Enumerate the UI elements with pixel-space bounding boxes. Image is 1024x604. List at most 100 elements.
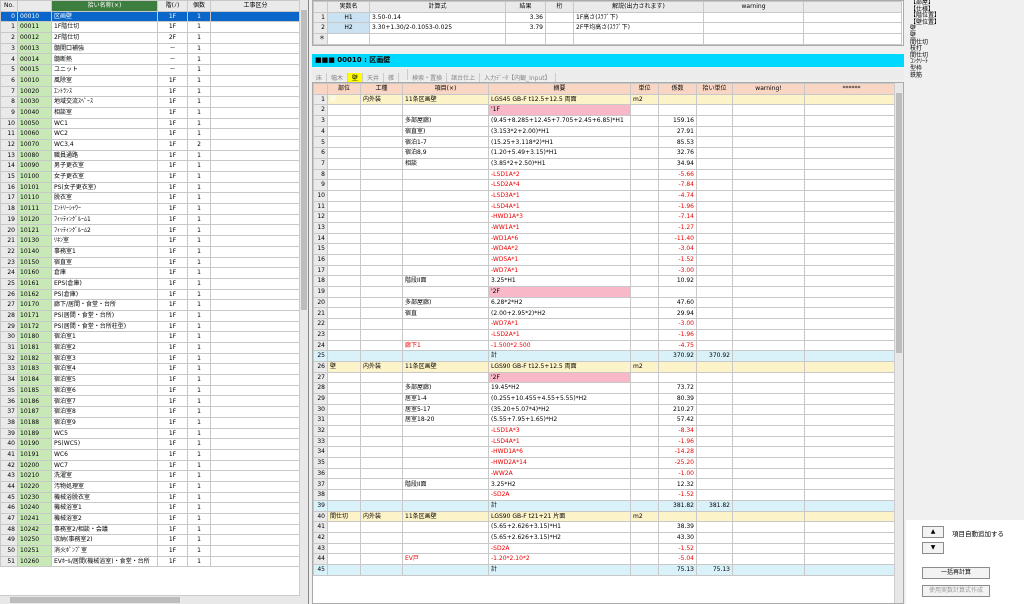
row-number[interactable]: 38 — [313, 489, 328, 501]
room-row[interactable]: 26 10162 PS(倉庫) 1F 1 — [0, 288, 301, 301]
unit[interactable] — [630, 339, 659, 352]
part[interactable] — [327, 435, 361, 448]
note[interactable] — [573, 33, 704, 45]
room-count[interactable]: 1 — [187, 448, 211, 461]
extra[interactable] — [804, 275, 899, 288]
room-name[interactable]: 髄開口補強 — [51, 42, 158, 55]
coefficient[interactable]: -3.04 — [658, 243, 697, 255]
work-category[interactable] — [210, 192, 301, 205]
col-warning[interactable]: warning — [703, 1, 804, 13]
extra[interactable] — [804, 414, 899, 426]
room-count[interactable]: 1 — [187, 85, 211, 98]
row-number[interactable]: 2 — [313, 22, 328, 35]
room-code[interactable]: 10150 — [17, 256, 52, 269]
trade[interactable] — [360, 478, 403, 491]
item[interactable] — [402, 425, 489, 437]
room-row[interactable]: 0 00010 区画壁 1F 1 — [0, 10, 301, 23]
row-number[interactable]: 8 — [0, 96, 18, 108]
room-code[interactable]: 10230 — [17, 491, 52, 504]
part[interactable] — [327, 499, 361, 512]
room-floor[interactable]: 1F — [157, 555, 188, 568]
row-number[interactable]: 27 — [0, 299, 18, 311]
extra[interactable] — [804, 489, 899, 501]
trade[interactable] — [360, 446, 403, 459]
coefficient[interactable]: 75.13 — [658, 563, 697, 576]
trade[interactable] — [360, 189, 403, 202]
quantity-row[interactable]: 27 '2F — [313, 371, 899, 384]
item[interactable] — [402, 531, 489, 544]
item[interactable]: 居室18-20 — [402, 414, 489, 426]
description[interactable]: -LSD4A*1 — [488, 200, 631, 213]
coefficient[interactable]: 159.16 — [658, 115, 697, 127]
room-floor[interactable]: 1F — [157, 331, 188, 343]
row-number[interactable]: 37 — [0, 406, 18, 418]
part[interactable] — [327, 168, 361, 181]
room-code[interactable]: 10100 — [17, 171, 52, 183]
unit[interactable] — [630, 403, 659, 416]
room-row[interactable]: 34 10184 宿泊室5 1F 1 — [0, 374, 301, 386]
row-number[interactable]: 9 — [313, 179, 328, 191]
part[interactable] — [327, 232, 361, 245]
row-number[interactable]: 48 — [0, 523, 18, 536]
extra[interactable] — [804, 200, 899, 213]
trade[interactable] — [360, 157, 403, 170]
warning[interactable] — [732, 499, 805, 512]
variable-row[interactable]: 2 H2 3.30+1.30/2-0.1053-0.025 3.79 2F平均高さ(ｽﾗ… — [313, 22, 902, 35]
description[interactable]: (5.65+2.626+3.15)*H2 — [488, 531, 631, 544]
row-number[interactable]: 4 — [0, 53, 18, 66]
unit[interactable] — [630, 467, 659, 480]
row-number[interactable]: 11 — [313, 200, 328, 213]
pickup-value[interactable] — [696, 425, 733, 437]
warning[interactable] — [732, 168, 805, 181]
quantity-row[interactable]: 1 壁内外装 11条区画壁 LGS45 GB-F t12.5+12.5 両面 m2 — [313, 93, 899, 106]
col-extra[interactable]: ****** — [804, 83, 899, 95]
room-name[interactable]: 宿泊室3 — [51, 352, 158, 365]
unit[interactable] — [630, 392, 659, 405]
work-category[interactable] — [210, 138, 301, 151]
room-row[interactable]: 10 10050 WC1 1F 1 — [0, 117, 301, 130]
work-category[interactable] — [210, 171, 301, 183]
room-code[interactable]: 10191 — [17, 448, 52, 461]
move-up-button[interactable]: ▲ — [922, 526, 944, 538]
quantity-row[interactable]: 19 '2F — [313, 286, 899, 298]
description[interactable]: 6.28*2*H2 — [488, 296, 631, 309]
coefficient[interactable] — [658, 510, 697, 523]
trade[interactable] — [360, 414, 403, 426]
room-name[interactable]: 脱衣室 — [51, 192, 158, 205]
room-row[interactable]: 7 10020 ｴﾝﾄﾗﾝｽ 1F 1 — [0, 85, 301, 98]
coefficient[interactable]: -25.20 — [658, 457, 697, 469]
coefficient[interactable]: 29.94 — [658, 307, 697, 320]
room-floor[interactable]: 1F — [157, 427, 188, 440]
warning[interactable] — [703, 33, 804, 45]
extra[interactable] — [804, 339, 899, 352]
coefficient[interactable]: -5.04 — [658, 553, 697, 565]
room-count[interactable]: 1 — [187, 181, 211, 194]
coefficient[interactable]: -1.96 — [658, 200, 697, 213]
trade[interactable] — [360, 542, 403, 555]
row-number[interactable]: 51 — [0, 555, 18, 568]
room-floor[interactable]: 1F — [157, 470, 188, 482]
room-floor[interactable]: 1F — [157, 106, 188, 119]
quantity-row[interactable]: 42 (5.65+2.626+3.15)*H2 43.30 — [313, 531, 899, 544]
row-number[interactable]: 44 — [0, 480, 18, 493]
move-down-button[interactable]: ▼ — [922, 542, 944, 554]
room-name[interactable]: 区画壁 — [51, 10, 158, 23]
room-row[interactable]: 20 10121 ﾌｨｯﾃｨﾝｸﾞﾙｰﾑ2 1F 1 — [0, 224, 301, 237]
room-code[interactable]: 10185 — [17, 384, 52, 397]
room-row[interactable]: 3 00013 髄開口補強－ 1 — [0, 42, 301, 55]
quantity-row[interactable]: 7 相談 (3.85*2+2.50)*H1 34.94 — [313, 157, 899, 170]
part[interactable] — [327, 211, 361, 223]
quantity-row[interactable]: 25 計 370.92 370.92 — [313, 350, 899, 362]
trade[interactable] — [360, 125, 403, 138]
work-category[interactable] — [210, 85, 301, 98]
room-count[interactable]: 1 — [187, 395, 211, 408]
coefficient[interactable]: -5.66 — [658, 168, 697, 181]
description[interactable]: LGS90 GB-F t21+21 片面 — [488, 510, 631, 523]
room-row[interactable]: 4 00014 髄断熱－ 1 — [0, 53, 301, 66]
room-name[interactable]: WC7 — [51, 459, 158, 472]
room-code[interactable]: 10189 — [17, 427, 52, 440]
room-floor[interactable]: 1F — [157, 138, 188, 151]
quantity-row[interactable]: 38 -SD2A -1.52 — [313, 489, 899, 501]
room-code[interactable]: 10080 — [17, 149, 52, 162]
item[interactable] — [402, 489, 489, 501]
